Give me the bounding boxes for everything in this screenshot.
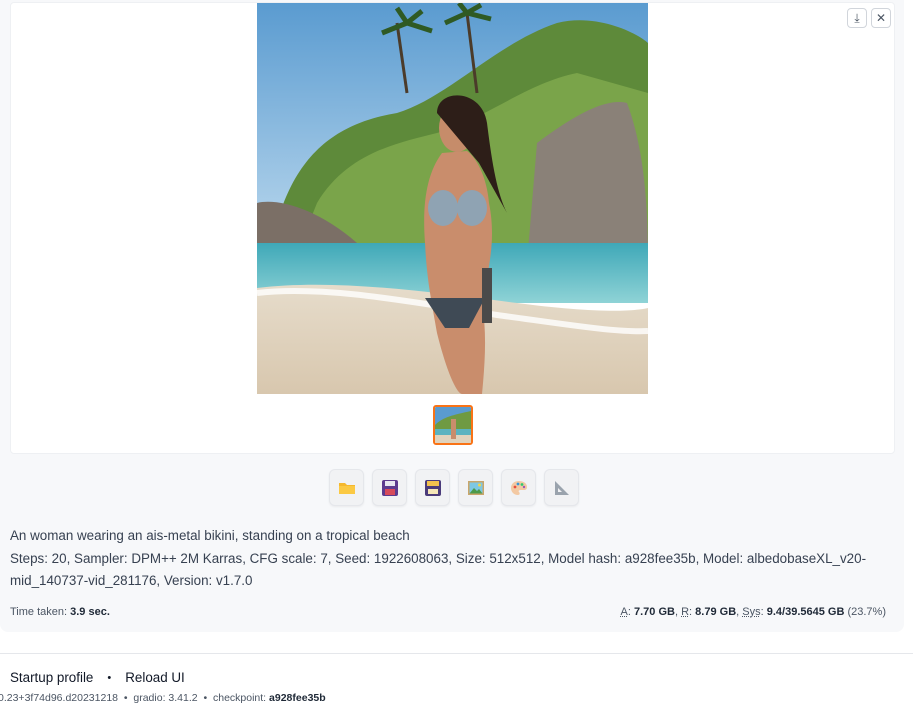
system-memory-percent: (23.7%) xyxy=(847,606,886,618)
checkpoint-label: checkpoint: xyxy=(212,692,267,704)
generation-info: An woman wearing an ais-metal bikini, st… xyxy=(10,525,894,593)
close-button[interactable]: ✕ xyxy=(871,8,891,28)
generated-image[interactable] xyxy=(257,3,648,394)
footer-links: Startup profile • Reload UI xyxy=(10,670,185,685)
reload-ui-link[interactable]: Reload UI xyxy=(125,670,185,685)
result-panel: ⤓ ✕ An woman wearing an ais-metal bikini… xyxy=(0,0,904,632)
system-memory-label: Sys xyxy=(742,606,761,618)
download-button[interactable]: ⤓ xyxy=(847,8,867,28)
gradio-version: 3.41.2 xyxy=(168,692,198,704)
generation-params: Steps: 20, Sampler: DPM++ 2M Karras, CFG… xyxy=(10,550,867,589)
folder-icon xyxy=(338,482,355,494)
time-taken: Time taken: 3.9 sec. xyxy=(10,606,110,618)
image-gallery: ⤓ ✕ xyxy=(10,2,895,454)
version-text: 0.23+3f74d96.d20231218 xyxy=(0,692,118,704)
time-taken-label: Time taken: xyxy=(10,606,68,618)
send-to-img2img-button[interactable] xyxy=(458,469,493,506)
footer-separator: • xyxy=(107,671,112,684)
prompt-text: An woman wearing an ais-metal bikini, st… xyxy=(10,528,410,543)
version-info: 0.23+3f74d96.d20231218 • gradio: 3.41.2 … xyxy=(0,692,326,704)
active-memory-value: 7.70 GB xyxy=(634,606,675,618)
save-button[interactable] xyxy=(372,469,407,506)
triangle-ruler-icon xyxy=(554,480,569,495)
close-icon: ✕ xyxy=(875,11,887,25)
gallery-thumbnail[interactable] xyxy=(433,405,473,445)
open-folder-button[interactable] xyxy=(329,469,364,506)
gradio-label: gradio: xyxy=(133,692,166,704)
time-taken-value: 3.9 sec. xyxy=(70,606,110,618)
palette-icon xyxy=(510,480,527,495)
image-action-toolbar xyxy=(329,469,579,506)
download-icon: ⤓ xyxy=(854,10,860,25)
send-to-inpaint-button[interactable] xyxy=(501,469,536,506)
memory-stats: A: 7.70 GB, R: 8.79 GB, Sys: 9.4/39.5645… xyxy=(620,606,886,618)
active-memory-label: A xyxy=(620,606,628,618)
startup-profile-link[interactable]: Startup profile xyxy=(10,670,93,685)
reserved-memory-label: R xyxy=(681,606,690,618)
archive-floppy-icon xyxy=(424,479,441,496)
footer-divider xyxy=(0,653,913,654)
picture-icon xyxy=(467,480,484,495)
reserved-memory-value: 8.79 GB xyxy=(695,606,737,618)
send-to-extras-button[interactable] xyxy=(544,469,579,506)
floppy-disk-icon xyxy=(381,479,398,496)
zip-button[interactable] xyxy=(415,469,450,506)
system-memory-value: 9.4/39.5645 GB xyxy=(766,606,845,618)
checkpoint-value: a928fee35b xyxy=(269,692,326,704)
